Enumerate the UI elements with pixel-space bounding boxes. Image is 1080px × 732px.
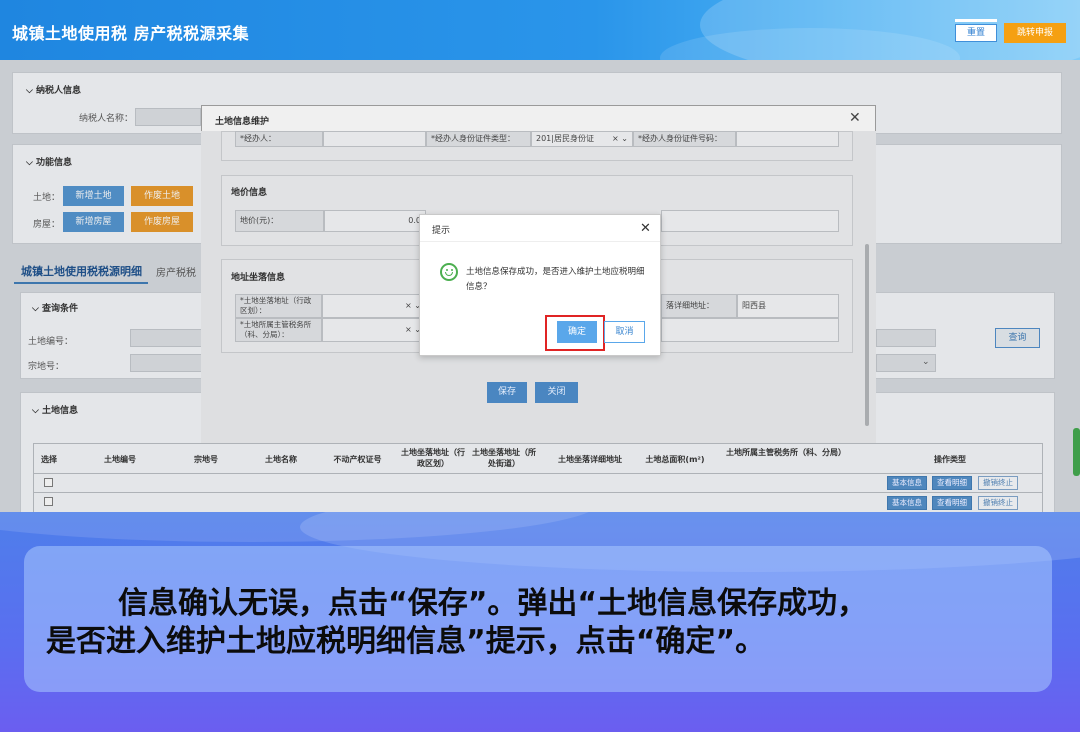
dialog-title: 土地信息维护	[215, 117, 270, 127]
table-header-tax-office: 土地所属主管税务所（科、分局）	[726, 448, 846, 457]
query-button[interactable]: 查询	[995, 328, 1040, 348]
row-checkbox[interactable]	[44, 497, 53, 506]
agent-id-no-label: *经办人身份证件号码：	[633, 131, 736, 147]
addr-detail-value[interactable]: 阳西县	[737, 294, 839, 318]
table-divider	[33, 492, 1043, 493]
table-header-select: 选择	[41, 455, 57, 464]
dialog-scrollbar[interactable]	[865, 244, 869, 426]
reset-button-bar	[955, 19, 997, 22]
tip-title: 提示	[432, 226, 451, 236]
function-section-title[interactable]: ⌵ 功能信息	[26, 155, 72, 168]
table-divider	[33, 473, 1043, 474]
price-input[interactable]: 0.0	[324, 210, 426, 232]
app-header: 城镇土地使用税 房产税税源采集	[0, 0, 1080, 60]
land-label: 土地：	[33, 193, 61, 203]
row-checkbox[interactable]	[44, 478, 53, 487]
tip-header: 提示 ✕	[420, 215, 660, 242]
add-house-button[interactable]: 新增房屋	[63, 212, 124, 232]
taxpayer-name-label: 纳税人名称：	[79, 114, 134, 124]
price-right-field[interactable]	[661, 210, 839, 232]
addr-admin-label: *土地坐落地址（行政区划）：	[235, 294, 322, 318]
reset-button[interactable]: 重置	[955, 24, 997, 42]
smile-icon	[440, 263, 458, 281]
chevron-down-icon: ⌄	[922, 357, 930, 367]
chevron-down-icon: ⌵	[32, 304, 42, 314]
addr-detail-label: 落详细地址：	[661, 294, 737, 318]
table-header-admin-addr: 土地坐落地址（行政区划）	[401, 448, 465, 468]
land-no-input[interactable]	[130, 329, 205, 347]
jump-declare-button[interactable]: 跳转申报	[1004, 23, 1066, 43]
table-header-area: 土地总面积(m²)	[645, 455, 705, 464]
chevron-down-icon: ⌵	[26, 158, 36, 168]
caption-line-1: 信息确认无误，点击“保存”。弹出“土地信息保存成功，	[118, 586, 868, 621]
table-header-land-no: 土地编号	[104, 455, 136, 464]
cancel-button[interactable]: 取消	[604, 321, 645, 343]
table-header-op-type: 操作类型	[934, 455, 966, 464]
price-label: 地价(元)：	[235, 210, 324, 232]
tab-house-detail[interactable]: 房产税税	[156, 264, 196, 279]
tip-message: 土地信息保存成功，是否进入维护土地应税明细信息？	[466, 267, 645, 292]
addr-admin-select[interactable]: × ⌄	[322, 294, 426, 318]
tab-active-underline	[14, 282, 148, 284]
basic-info-button[interactable]: 基本信息	[887, 496, 927, 510]
table-header-land-name: 土地名称	[265, 455, 297, 464]
clear-chevron-icon: × ⌄	[612, 134, 628, 143]
query-section-title[interactable]: ⌵ 查询条件	[32, 301, 78, 314]
addr-office-select[interactable]: × ⌄	[322, 318, 426, 342]
agent-id-no-input[interactable]	[736, 131, 839, 147]
tab-land-detail[interactable]: 城镇土地使用税税源明细	[21, 263, 142, 279]
view-detail-button[interactable]: 查看明细	[932, 476, 972, 490]
close-icon[interactable]: ✕	[640, 221, 651, 236]
caption-line-2: 是否进入维护土地应税明细信息”提示，点击“确定”。	[46, 624, 766, 659]
agent-input[interactable]	[323, 131, 426, 147]
save-button[interactable]: 保存	[487, 382, 527, 403]
taxpayer-section-title[interactable]: ⌵ 纳税人信息	[26, 83, 81, 96]
table-header-parcel-no: 宗地号	[194, 455, 218, 464]
close-icon[interactable]: ✕	[849, 110, 861, 126]
parcel-no-label: 宗地号：	[28, 362, 65, 372]
basic-info-button[interactable]: 基本信息	[887, 476, 927, 490]
land-info-section-title[interactable]: ⌵ 土地信息	[32, 403, 78, 416]
void-land-button[interactable]: 作废土地	[131, 186, 193, 206]
parcel-no-input[interactable]	[130, 354, 205, 372]
caption-text: 信息确认无误，点击“保存”。弹出“土地信息保存成功， 是否进入维护土地应税明细信…	[46, 585, 1046, 661]
land-no-label: 土地编号：	[28, 337, 74, 347]
void-house-button[interactable]: 作废房屋	[131, 212, 193, 232]
agent-id-type-select[interactable]: 201|居民身份证 × ⌄	[531, 131, 633, 147]
add-land-button[interactable]: 新增土地	[63, 186, 124, 206]
query-field-right[interactable]	[876, 329, 936, 347]
revoke-terminate-button[interactable]: 撤销终止	[978, 496, 1018, 510]
house-label: 房屋：	[33, 220, 61, 230]
table-header-detail-addr: 土地坐落详细地址	[558, 455, 622, 464]
agent-id-type-label: *经办人身份证件类型：	[426, 131, 531, 147]
table-header-street-addr: 土地坐落地址（所处街道）	[472, 448, 536, 468]
table-header-cert-no: 不动产权证号	[333, 455, 382, 464]
addr-right-field[interactable]	[661, 318, 839, 342]
address-section-title: 地址坐落信息	[231, 273, 286, 283]
highlight-box	[545, 315, 605, 351]
revoke-terminate-button[interactable]: 撤销终止	[978, 476, 1018, 490]
page-title: 城镇土地使用税 房产税税源采集	[12, 24, 250, 43]
price-section-title: 地价信息	[231, 188, 268, 198]
taxpayer-name-field	[135, 108, 201, 126]
page-scrollbar[interactable]	[1073, 428, 1080, 476]
chevron-down-icon: ⌵	[32, 406, 42, 416]
view-detail-button[interactable]: 查看明细	[932, 496, 972, 510]
chevron-down-icon: ⌵	[26, 86, 36, 96]
close-button[interactable]: 关闭	[535, 382, 578, 403]
agent-label: *经办人：	[235, 131, 323, 147]
addr-office-label: *土地所属主管税务所（科、分局）：	[235, 318, 322, 342]
